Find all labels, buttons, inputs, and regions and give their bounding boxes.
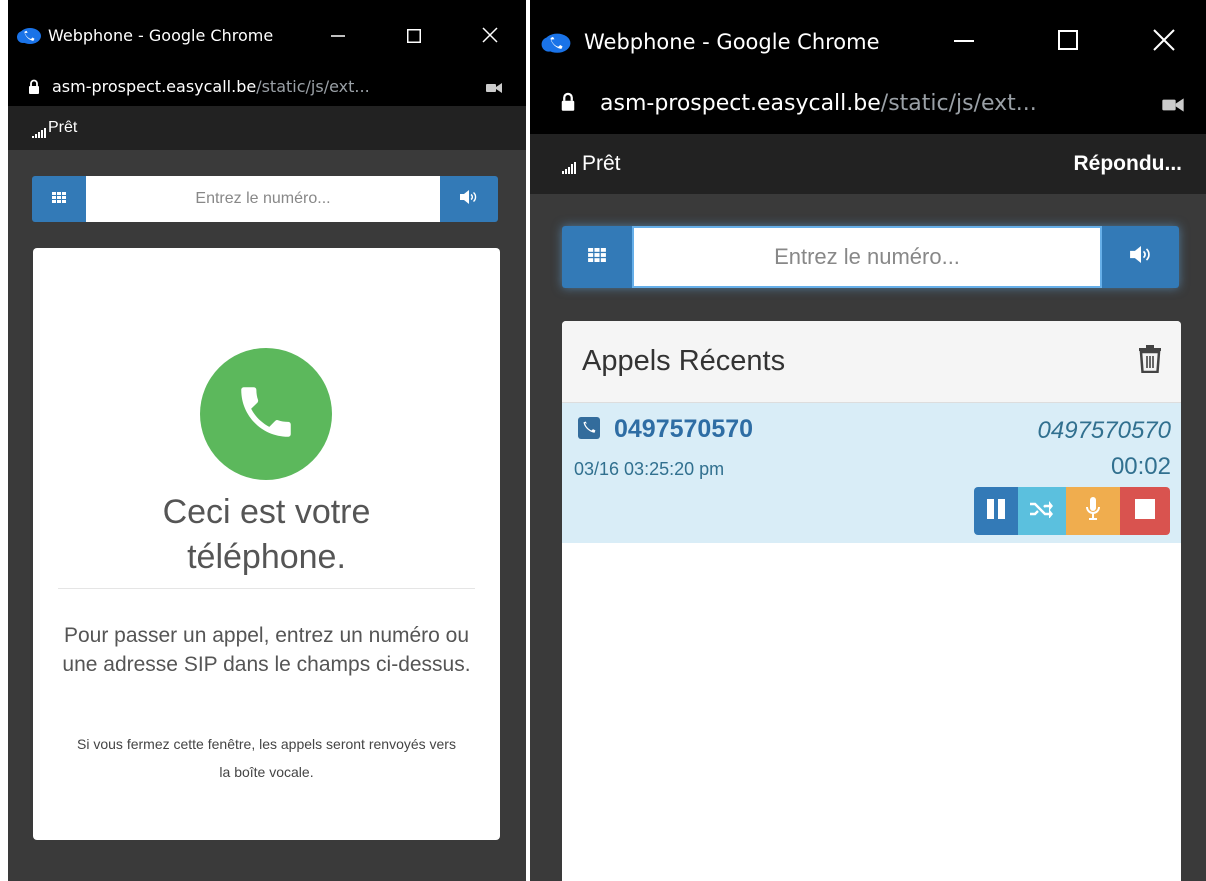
maximize-button[interactable] xyxy=(1046,26,1090,56)
call-duration: 00:02 xyxy=(1110,453,1171,480)
call-datetime: 03/16 03:25:20 pm xyxy=(574,459,725,479)
url-text[interactable]: asm-prospect.easycall.be/static/js/ext..… xyxy=(600,91,1037,116)
phone-number-input[interactable] xyxy=(86,176,440,222)
speaker-icon xyxy=(460,189,478,209)
welcome-panel: Ceci est votre téléphone. Pour passer un… xyxy=(33,248,500,840)
trash-icon[interactable] xyxy=(1139,345,1161,378)
window-title: Webphone - Google Chrome xyxy=(48,26,274,45)
lock-icon xyxy=(560,92,576,117)
phone-number-input[interactable] xyxy=(632,226,1102,288)
recent-calls-panel: Appels Récents 0497570570 0497570570 03/… xyxy=(562,321,1181,881)
transfer-icon xyxy=(1030,500,1054,523)
minimize-button[interactable] xyxy=(942,26,986,56)
welcome-heading: Ceci est votre téléphone. xyxy=(162,493,371,576)
url-path: /static/js/ext... xyxy=(880,91,1037,116)
microphone-icon xyxy=(1085,496,1101,526)
url-host: asm-prospect.easycall.be xyxy=(52,77,257,96)
recent-call-row[interactable]: 0497570570 0497570570 03/16 03:25:20 pm … xyxy=(562,403,1181,543)
keypad-icon xyxy=(52,190,66,208)
signal-icon xyxy=(562,162,576,174)
close-button[interactable] xyxy=(1142,26,1186,56)
call-actions xyxy=(974,487,1170,535)
speaker-button[interactable] xyxy=(440,176,498,222)
phone-icon xyxy=(578,417,600,444)
window-title: Webphone - Google Chrome xyxy=(584,30,880,54)
call-status: Répondu... xyxy=(1073,152,1183,175)
lock-icon xyxy=(28,79,40,100)
recent-calls-header: Appels Récents xyxy=(562,321,1181,403)
phone-icon xyxy=(233,379,299,450)
keypad-button[interactable] xyxy=(32,176,86,222)
title-bar: Webphone - Google Chrome xyxy=(530,0,1206,78)
webphone-window-left: Webphone - Google Chrome asm-prospect.ea… xyxy=(8,0,526,881)
transfer-button[interactable] xyxy=(1018,487,1066,535)
status-bar: Prêt Répondu... xyxy=(530,134,1206,194)
recent-calls-title: Appels Récents xyxy=(582,345,786,377)
webphone-cloud-icon xyxy=(540,30,572,59)
address-bar: asm-prospect.easycall.be/static/js/ext..… xyxy=(8,70,526,106)
camera-icon[interactable] xyxy=(1162,97,1184,118)
address-bar: asm-prospect.easycall.be/static/js/ext..… xyxy=(530,78,1206,134)
stop-icon xyxy=(1134,498,1156,525)
speaker-button[interactable] xyxy=(1102,226,1179,288)
speaker-icon xyxy=(1129,246,1152,268)
voicemail-note: Si vous fermez cette fenêtre, les appels… xyxy=(77,736,456,780)
keypad-icon xyxy=(588,247,606,267)
webphone-cloud-icon xyxy=(16,25,42,50)
keypad-button[interactable] xyxy=(562,226,632,288)
url-host: asm-prospect.easycall.be xyxy=(600,91,881,116)
phone-circle xyxy=(200,348,332,480)
signal-icon xyxy=(32,128,46,138)
mute-button[interactable] xyxy=(1066,487,1120,535)
panel-divider xyxy=(58,588,475,589)
maximize-button[interactable] xyxy=(394,22,434,50)
dial-bar xyxy=(562,226,1179,288)
pause-icon xyxy=(986,498,1006,525)
status-bar: Prêt xyxy=(8,106,526,150)
url-text[interactable]: asm-prospect.easycall.be/static/js/ext..… xyxy=(52,77,370,96)
url-path: /static/js/ext... xyxy=(256,77,370,96)
hold-button[interactable] xyxy=(974,487,1018,535)
hangup-button[interactable] xyxy=(1120,487,1170,535)
status-text: Prêt xyxy=(48,119,78,136)
call-number: 0497570570 xyxy=(614,415,754,443)
close-button[interactable] xyxy=(470,22,510,50)
dial-bar xyxy=(32,176,498,222)
title-bar: Webphone - Google Chrome xyxy=(8,0,526,70)
status-text: Prêt xyxy=(582,152,621,175)
minimize-button[interactable] xyxy=(318,22,358,50)
camera-icon[interactable] xyxy=(486,81,502,99)
webphone-window-right: Webphone - Google Chrome asm-prospect.ea… xyxy=(530,0,1206,881)
call-name: 0497570570 xyxy=(1037,417,1171,444)
instructions-text: Pour passer un appel, entrez un numéro o… xyxy=(62,624,471,676)
